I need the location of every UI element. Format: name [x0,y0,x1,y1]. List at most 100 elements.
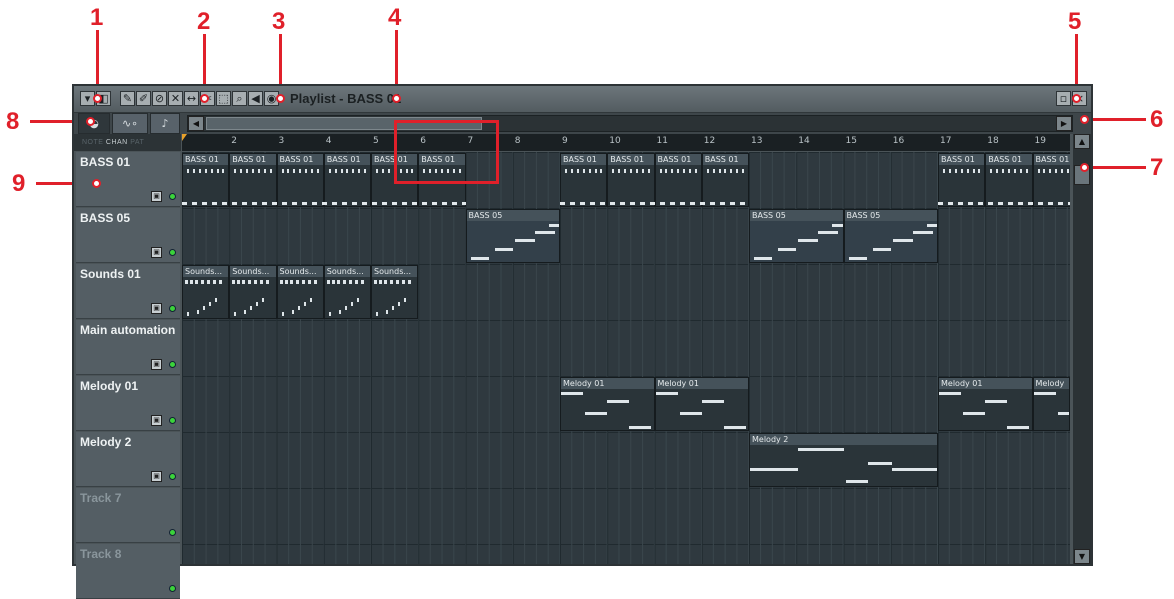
pattern-clip[interactable]: Sounds... [229,265,277,319]
track-header[interactable]: Main automation ▣ [76,320,180,375]
track-header[interactable]: Track 8 [76,544,180,599]
pattern-clip[interactable]: Sounds... [371,265,419,319]
clip-note [309,298,312,302]
pattern-clip[interactable]: BASS 01 [985,153,1033,207]
clip-note [386,310,388,314]
clip-note [254,280,258,284]
clip-note [960,169,963,173]
clip-note [778,248,797,251]
pattern-clip[interactable]: BASS 01 [607,153,655,207]
clip-label: BASS 01 [1033,154,1070,165]
select-tool-icon[interactable]: ⬚ [216,91,231,106]
pattern-clip[interactable]: Melody 01 [938,377,1033,431]
scroll-up-icon[interactable]: ▲ [1074,134,1090,149]
track-header[interactable]: Melody 01 ▣ [76,376,180,431]
vertical-scrollbar[interactable]: ▲ ▼ [1073,134,1091,564]
mode-switch[interactable]: NOTE CHAN PAT [74,134,181,151]
clip-note [348,280,352,284]
clip-label: BASS 05 [844,210,937,221]
mute-led-icon[interactable] [169,361,176,368]
ruler-tick: 17 [940,136,952,146]
clip-note [381,169,384,173]
scroll-left-icon[interactable]: ◀ [188,116,204,131]
playhead-marker-icon[interactable] [182,134,192,141]
pat-mode[interactable]: PAT [130,139,144,146]
lock-icon[interactable]: ▣ [151,359,162,370]
clip-note [291,310,294,314]
clip-note [307,280,311,284]
lock-icon[interactable]: ▣ [151,303,162,314]
track-header[interactable]: Track 7 [76,488,180,543]
pattern-clip[interactable]: BASS 01 [229,153,277,207]
clip-note [548,224,560,227]
pattern-clip[interactable]: BASS 01 [938,153,986,207]
pattern-clip[interactable]: BASS 05 [749,209,844,263]
clip-note [352,169,355,173]
pattern-clip[interactable]: Sounds... [182,265,230,319]
pattern-clip[interactable]: BASS 01 [560,153,608,207]
pattern-clip[interactable]: BASS 01 [182,153,230,207]
clip-note [207,280,210,284]
mute-led-icon[interactable] [169,529,176,536]
playback-tool-icon[interactable]: ◀ [248,91,263,106]
clip-note [701,400,724,403]
pattern-clip[interactable]: Sounds... [276,265,324,319]
scroll-down-icon[interactable]: ▼ [1074,549,1090,564]
pattern-clip[interactable]: BASS 01 [323,153,371,207]
clip-note [328,169,331,173]
browse-bar: ◒ ∿∘ ♪ ◀ ▶ [74,113,1091,134]
scroll-right-icon[interactable]: ▶ [1056,116,1072,131]
tab-automation[interactable]: ∿∘ [112,113,148,134]
mute-tool-icon[interactable]: ✕ [168,91,183,106]
playlist-grid[interactable]: BASS 01 BASS 01 BASS 01 BASS 01 BASS 01 BASS … [182,152,1070,564]
ruler-tick: 8 [514,136,521,146]
slip-tool-icon[interactable]: ↔ [184,91,199,106]
track-header[interactable]: BASS 05 ▣ [76,208,180,263]
draw-tool-icon[interactable]: ✎ [120,91,135,106]
mute-led-icon[interactable] [169,193,176,200]
lock-icon[interactable]: ▣ [151,471,162,482]
mute-led-icon[interactable] [169,417,176,424]
track-header[interactable]: BASS 01 ▣ [76,152,180,207]
mute-led-icon[interactable] [169,585,176,592]
paint-tool-icon[interactable]: ✐ [136,91,151,106]
timeline-ruler[interactable]: 2 3 4 5 6 7 8 9 10 11 12 13 14 15 16 17 18 19 [182,134,1070,151]
track-name: Main automation [80,323,176,337]
pattern-clip[interactable]: Sounds... [323,265,371,319]
pattern-clip[interactable]: BASS 01 [701,153,749,207]
clip-note [289,280,293,284]
pattern-clip[interactable]: BASS 05 [465,209,560,263]
pattern-clip[interactable]: Melody [1032,377,1070,431]
track-header[interactable]: Sounds 01 ▣ [76,264,180,319]
clip-note [966,169,969,173]
maximize-button[interactable]: ▫ [1056,91,1071,106]
pattern-clip[interactable]: BASS 01 [654,153,702,207]
lock-icon[interactable]: ▣ [151,415,162,426]
title-bar[interactable]: ▾ ◧ ✎ ✐ ⊘ ✕ ↔ ✂ ⬚ ⌕ ◀ ◉ Playlist - BASS … [74,86,1091,113]
track-header[interactable]: Melody 2 ▣ [76,432,180,487]
pattern-clip[interactable]: Melody 01 [654,377,749,431]
lock-icon[interactable]: ▣ [151,191,162,202]
clip-note [996,169,999,173]
clip-note [284,280,288,284]
clip-note [798,239,819,242]
note-mode[interactable]: NOTE [82,139,103,146]
pattern-clip[interactable]: Melody 2 [749,433,938,487]
delete-tool-icon[interactable]: ⊘ [152,91,167,106]
pattern-clip[interactable]: BASS 05 [843,209,938,263]
horizontal-scrollbar[interactable]: ◀ ▶ [187,115,1073,132]
mute-led-icon[interactable] [169,249,176,256]
mute-led-icon[interactable] [169,473,176,480]
pattern-clip[interactable]: BASS 01 [1032,153,1070,207]
clip-note [263,169,266,173]
clip-note [190,280,193,284]
clip-note [494,248,513,251]
zoom-tool-icon[interactable]: ⌕ [232,91,247,106]
chan-mode[interactable]: CHAN [106,139,128,146]
mute-led-icon[interactable] [169,305,176,312]
pattern-clip[interactable]: BASS 01 [276,153,324,207]
clip-note [635,169,638,173]
lock-icon[interactable]: ▣ [151,247,162,258]
pattern-clip[interactable]: Melody 01 [560,377,655,431]
tab-audio[interactable]: ♪ [150,113,180,134]
